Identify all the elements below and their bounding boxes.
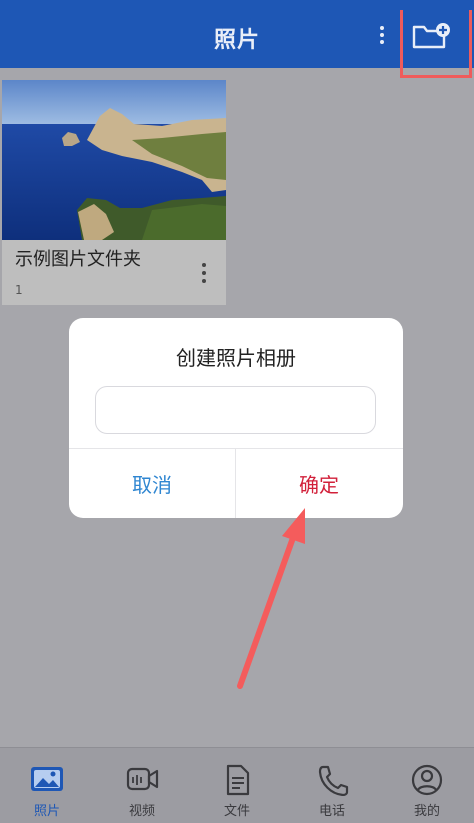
nav-item-videos[interactable]: 视频 (95, 748, 189, 823)
nav-label-photos: 照片 (33, 804, 60, 819)
nav-item-phone[interactable]: 电话 (285, 748, 379, 823)
album-name-input[interactable] (95, 386, 376, 434)
nav-item-photos[interactable]: 照片 (0, 748, 94, 823)
nav-label-videos: 视频 (128, 804, 155, 819)
phone-icon (318, 765, 349, 796)
nav-label-files: 文件 (223, 804, 250, 819)
video-camera-icon (126, 767, 159, 791)
nav-item-me[interactable]: 我的 (380, 748, 474, 823)
cancel-button[interactable]: 取消 (69, 449, 235, 518)
bottom-navigation: 照片 视频 文件 电话 我的 (0, 747, 474, 823)
app-header: 照片 (0, 0, 474, 68)
new-album-button[interactable] (410, 18, 454, 54)
nav-label-phone: 电话 (318, 804, 345, 819)
create-album-dialog: 创建照片相册 取消 确定 (69, 318, 403, 518)
image-icon (31, 767, 63, 791)
nav-item-files[interactable]: 文件 (190, 748, 284, 823)
user-circle-icon (411, 764, 443, 796)
album-name: 示例图片文件夹 (15, 249, 141, 270)
more-vertical-icon[interactable] (372, 24, 392, 46)
nav-label-me: 我的 (413, 804, 440, 819)
album-count: 1 (15, 283, 23, 297)
album-card[interactable] (2, 80, 226, 305)
page-title: 照片 (213, 28, 260, 53)
dialog-title: 创建照片相册 (176, 346, 296, 370)
album-more-icon[interactable] (196, 260, 212, 286)
folder-plus-icon (412, 23, 450, 49)
album-thumbnail (2, 80, 226, 240)
confirm-button[interactable]: 确定 (236, 449, 402, 518)
document-icon (226, 764, 250, 796)
